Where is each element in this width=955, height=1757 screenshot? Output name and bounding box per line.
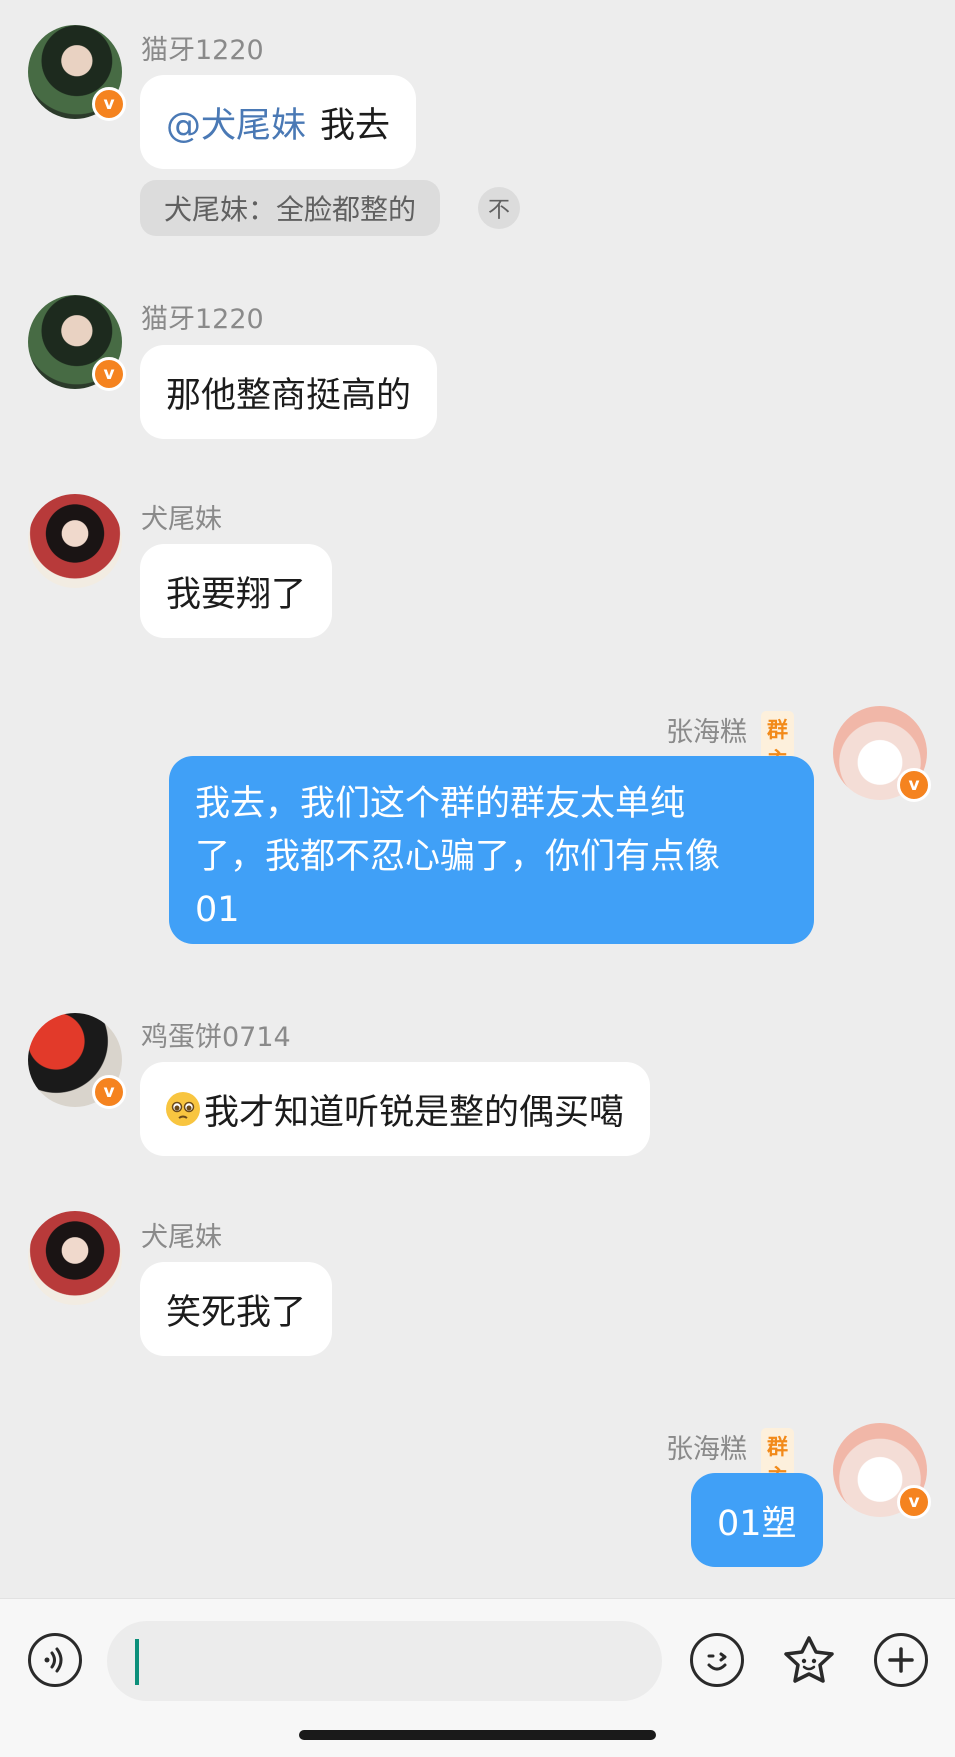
sender-name: 犬尾妹 xyxy=(141,504,222,535)
avatar[interactable] xyxy=(28,494,122,588)
emoji-button[interactable] xyxy=(690,1633,744,1687)
sender-name: 猫牙1220 xyxy=(141,35,264,66)
plus-button[interactable] xyxy=(874,1633,928,1687)
message-text-line: 了，我都不忍心骗了，你们有点像 xyxy=(195,837,721,877)
message-bubble[interactable]: 我要翔了 xyxy=(140,544,333,638)
message-text: 我要翔了 xyxy=(166,574,307,615)
sender-name: 张海糕 xyxy=(666,717,747,748)
mention-link[interactable]: @犬尾妹 xyxy=(166,97,306,148)
message-text: 我才知道听锐是整的偶买噶 xyxy=(204,1092,625,1133)
avatar[interactable]: v xyxy=(833,706,931,802)
sender-name: 鸡蛋饼0714 xyxy=(141,1022,291,1053)
avatar[interactable]: v xyxy=(28,25,126,121)
voice-button[interactable] xyxy=(28,1633,82,1687)
verified-badge-icon: v xyxy=(92,87,126,121)
message-text: 那他整商挺高的 xyxy=(166,375,412,416)
emoji-icon xyxy=(707,1652,727,1671)
message-text-line: 我去，我们这个群的群友太单纯 xyxy=(195,784,686,824)
message-text: 我去 xyxy=(320,105,391,146)
sticker-button[interactable] xyxy=(780,1632,838,1690)
message-bubble[interactable]: 我去，我们这个群的群友太单纯 了，我都不忍心骗了，你们有点像 01 xyxy=(169,756,814,944)
sender-name: 犬尾妹 xyxy=(141,1222,222,1253)
quote-text: 犬尾妹：全脸都整的 xyxy=(164,193,417,226)
text-cursor xyxy=(135,1639,139,1685)
home-indicator[interactable] xyxy=(299,1730,656,1740)
message-bubble[interactable]: 那他整商挺高的 xyxy=(140,345,438,439)
message-bubble[interactable]: 01塑 xyxy=(691,1473,823,1567)
message-bubble[interactable]: 我才知道听锐是整的偶买噶 xyxy=(140,1062,651,1156)
quoted-reply[interactable]: 犬尾妹：全脸都整的 xyxy=(140,180,441,236)
message-input[interactable] xyxy=(107,1621,662,1701)
verified-badge-icon: v xyxy=(897,1485,931,1519)
message-text: 笑死我了 xyxy=(166,1292,307,1333)
sticker-icon xyxy=(784,1636,834,1683)
quote-expand-button[interactable]: 不 xyxy=(478,187,520,229)
message-text-line: 01 xyxy=(195,890,240,930)
message-text: 01塑 xyxy=(717,1503,797,1544)
avatar[interactable]: v xyxy=(28,1013,126,1109)
plus-icon xyxy=(888,1647,914,1673)
verified-badge-icon: v xyxy=(92,357,126,391)
input-bar xyxy=(0,1598,955,1757)
verified-badge-icon: v xyxy=(897,768,931,802)
pleading-face-icon xyxy=(166,1092,200,1126)
sender-name: 张海糕 xyxy=(666,1434,747,1465)
sender-name: 猫牙1220 xyxy=(141,304,264,335)
verified-badge-icon: v xyxy=(92,1075,126,1109)
voice-icon xyxy=(44,1647,63,1673)
avatar[interactable] xyxy=(28,1211,122,1305)
chat-area[interactable]: v 猫牙1220 @犬尾妹 我去 犬尾妹：全脸都整的 不 v 猫牙1220 那他… xyxy=(0,0,955,1598)
message-bubble[interactable]: @犬尾妹 我去 xyxy=(140,75,417,169)
avatar[interactable]: v xyxy=(833,1423,931,1519)
avatar[interactable]: v xyxy=(28,295,126,391)
message-bubble[interactable]: 笑死我了 xyxy=(140,1262,333,1356)
